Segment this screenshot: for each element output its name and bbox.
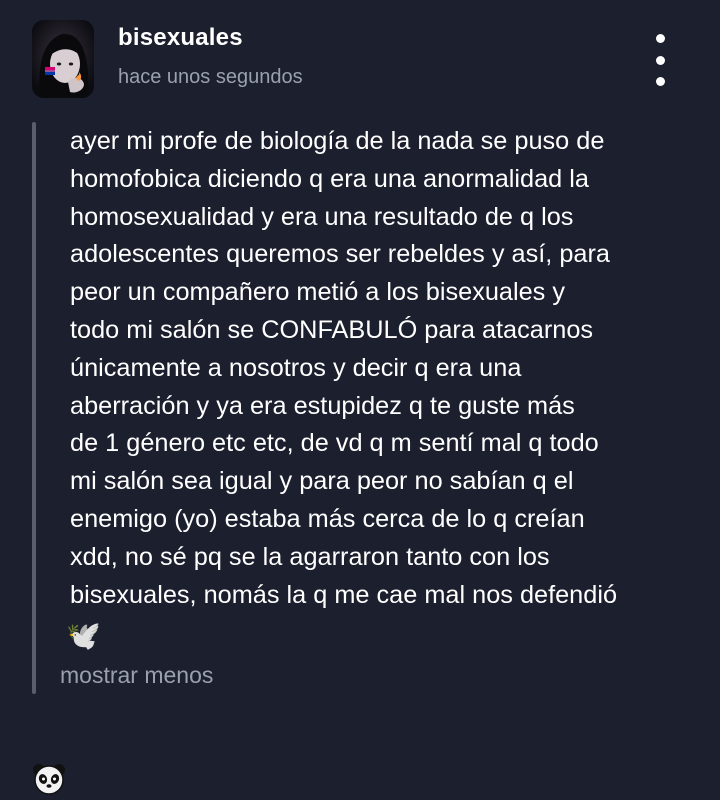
thread-line <box>32 122 36 694</box>
more-options-button[interactable] <box>645 34 675 86</box>
avatar-image <box>32 20 94 98</box>
more-vertical-icon-dot <box>655 55 665 65</box>
more-vertical-icon <box>655 34 665 43</box>
post-body: ayer mi profe de biología de la nada se … <box>70 127 618 609</box>
show-less-link[interactable]: mostrar menos <box>60 662 213 689</box>
author-name[interactable]: bisexuales <box>118 24 243 52</box>
panda-icon[interactable] <box>32 762 66 796</box>
more-vertical-icon-dot <box>655 77 665 86</box>
post-screen: bisexuales hace unos segundos ayer mi pr… <box>0 0 720 800</box>
post-header: bisexuales hace unos segundos <box>0 0 720 110</box>
post-timestamp: hace unos segundos <box>118 66 303 88</box>
avatar[interactable] <box>32 20 94 98</box>
dove-icon: 🕊️ <box>66 620 101 651</box>
